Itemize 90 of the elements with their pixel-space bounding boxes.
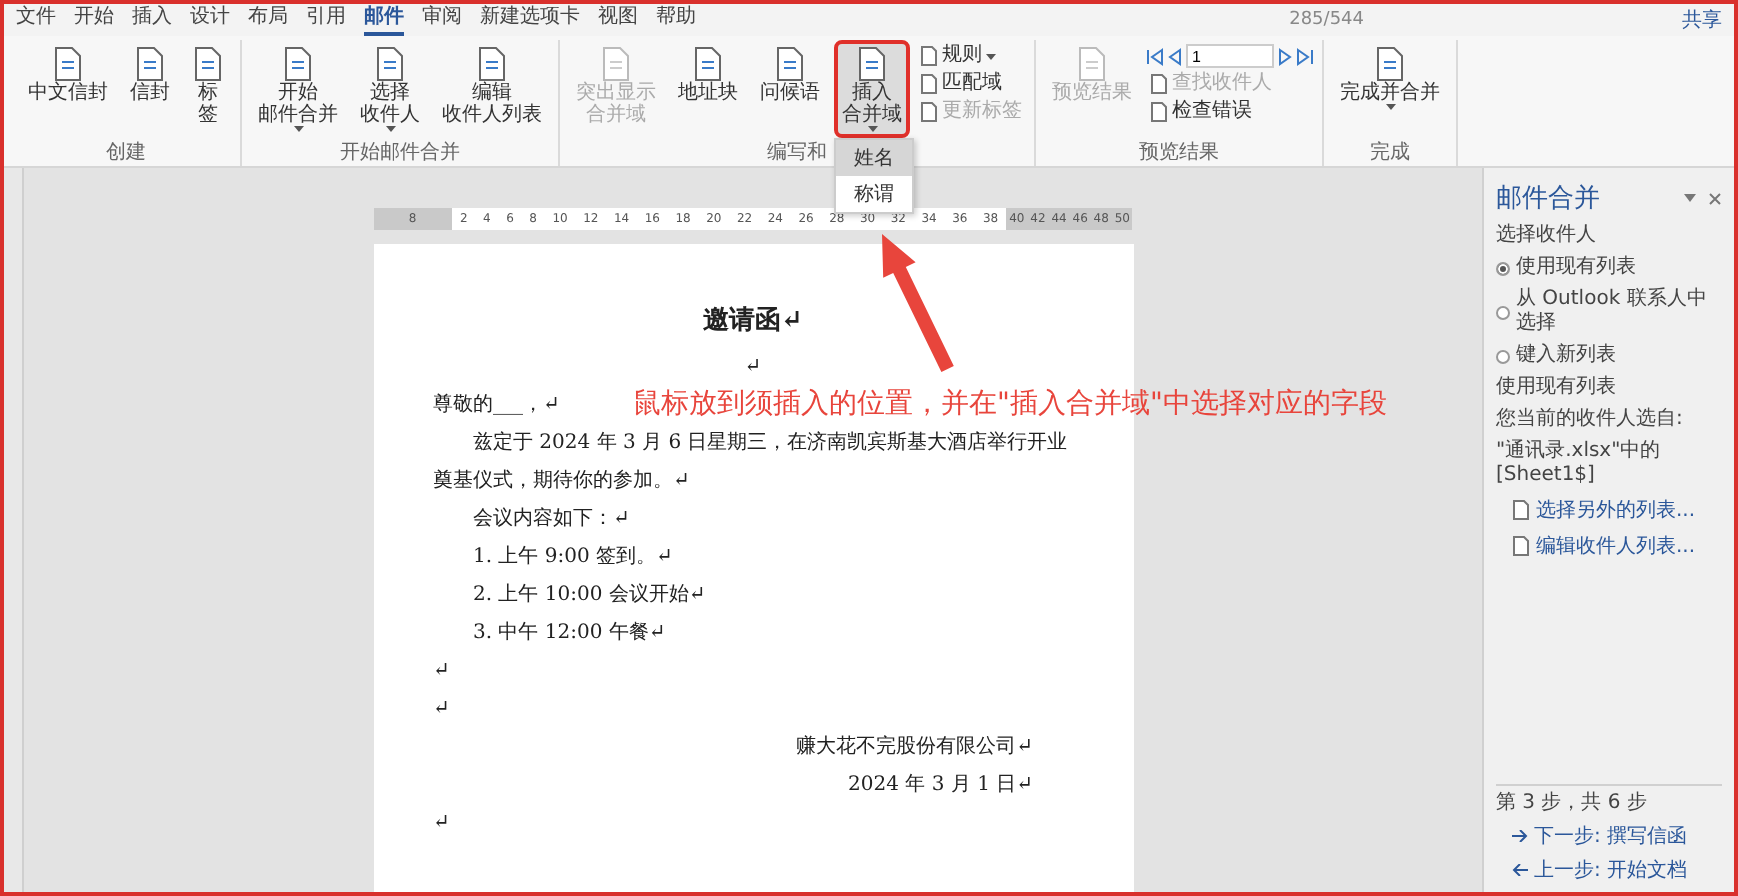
document-line: ↵ (433, 660, 450, 682)
menu-tab[interactable]: 设计 (190, 4, 230, 36)
menu-tab[interactable]: 视图 (598, 4, 638, 36)
group-title: 预览结果 (1139, 142, 1219, 166)
document-icon (476, 46, 508, 82)
document-line: 3. 中午 12:00 午餐↵ (473, 622, 666, 644)
document-icon (692, 46, 724, 82)
caret-icon (867, 126, 877, 132)
group-title: 编写和 (767, 142, 827, 166)
menu-tab[interactable]: 帮助 (656, 4, 696, 36)
pane-link[interactable]: 选择另外的列表... (1536, 496, 1696, 524)
annotation-arrow (882, 234, 954, 372)
radio-label: 使用现有列表 (1516, 256, 1636, 280)
first-record-icon[interactable] (1146, 47, 1164, 65)
left-arrow-icon (1512, 864, 1528, 876)
ribbon-button[interactable]: 编辑 收件人列表 (434, 40, 550, 132)
next-record-icon[interactable] (1278, 47, 1292, 65)
menu-tab[interactable]: 布局 (248, 4, 288, 36)
previous-record-icon[interactable] (1168, 47, 1182, 65)
menu-tab[interactable]: 引用 (306, 4, 346, 36)
right-arrow-icon (1512, 830, 1528, 842)
document-line: ↵ (744, 356, 762, 378)
source-file: "通讯录.xlsx"中的 [Sheet1$] (1496, 440, 1663, 488)
ribbon-button[interactable]: 规则 (916, 44, 1026, 68)
document-icon (374, 46, 406, 82)
menu-tab[interactable]: 文件 (16, 4, 56, 36)
share-button[interactable]: 共享 (1682, 6, 1722, 34)
document-icon (1374, 46, 1406, 82)
document-line: ↵ (433, 698, 450, 720)
ribbon-button[interactable]: 信封 (122, 40, 178, 110)
document-icon (52, 46, 84, 82)
document-icon (192, 46, 224, 82)
section-heading: 使用现有列表 (1496, 376, 1618, 400)
annotation-text: 鼠标放到须插入的位置，并在"插入合并域"中选择对应的字段 (633, 388, 1387, 422)
menu-tab[interactable]: 审阅 (422, 4, 462, 36)
group-title: 完成 (1370, 142, 1410, 166)
menu-item[interactable]: 称谓 (836, 176, 912, 212)
radio-button[interactable] (1496, 349, 1510, 363)
document-line: 2. 上午 10:00 会议开始↵ (473, 584, 706, 606)
document-icon (600, 46, 632, 82)
document-icon (134, 46, 166, 82)
last-record-icon[interactable] (1296, 47, 1314, 65)
document-line: 尊敬的___，↵ (433, 394, 560, 416)
document-line: 赚大花不完股份有限公司↵ (796, 736, 1033, 758)
group-title: 开始邮件合并 (340, 142, 460, 166)
radio-label: 从 Outlook 联系人中选择 (1516, 288, 1709, 336)
radio-button[interactable] (1496, 261, 1510, 275)
menu-tab[interactable]: 插入 (132, 4, 172, 36)
close-icon[interactable] (1708, 191, 1722, 205)
document-title: 邀请函↵ (703, 306, 803, 336)
pane-link[interactable]: 编辑收件人列表... (1536, 532, 1696, 560)
record-number-field[interactable]: 1 (1186, 44, 1274, 68)
document-line: 兹定于 2024 年 3 月 6 日星期三，在济南凯宾斯基大酒店举行开业 (473, 432, 1068, 454)
document-line: 会议内容如下：↵ (473, 508, 630, 530)
document-icon (282, 46, 314, 82)
document-line: ↵ (433, 812, 450, 834)
document-icon (856, 46, 888, 82)
ribbon-button[interactable]: 中文信封 (20, 40, 116, 110)
step-text: 第 3 步，共 6 步 (1496, 792, 1649, 816)
document-line: 奠基仪式，期待你的参加。↵ (433, 470, 690, 492)
pane-title: 邮件合并 (1496, 182, 1602, 216)
document-icon (1076, 46, 1108, 82)
caret-icon (293, 126, 303, 132)
radio-label: 键入新列表 (1516, 344, 1616, 368)
menu-tab[interactable]: 开始 (74, 4, 114, 36)
page-counter: 285/544 (1289, 10, 1364, 30)
group-title: 创建 (106, 142, 146, 166)
caret-icon (1385, 104, 1395, 110)
step-link[interactable]: 上一步: 开始文档 (1534, 856, 1688, 884)
caret-icon[interactable] (1684, 194, 1696, 202)
section-heading: 选择收件人 (1496, 224, 1598, 248)
radio-button[interactable] (1496, 305, 1510, 319)
menu-tab[interactable]: 新建选项卡 (480, 4, 580, 36)
ribbon-button[interactable]: 完成并合并 (1332, 40, 1448, 116)
ribbon-button[interactable]: 地址块 (670, 40, 746, 110)
step-link[interactable]: 下一步: 撰写信函 (1534, 822, 1688, 850)
ribbon-button[interactable]: 标 签 (184, 40, 232, 132)
ribbon-button[interactable]: 检查错误 (1146, 100, 1314, 124)
caret-icon (986, 53, 996, 59)
menu-item[interactable]: 姓名 (836, 140, 912, 176)
ribbon-button[interactable]: 匹配域 (916, 72, 1026, 96)
ribbon-button[interactable]: 开始 邮件合并 (250, 40, 346, 138)
document-line: 1. 上午 9:00 签到。↵ (473, 546, 673, 568)
ribbon-button[interactable]: 选择 收件人 (352, 40, 428, 138)
ribbon-button[interactable]: 插入 合并域 (834, 40, 910, 138)
document-icon (774, 46, 806, 82)
document-line: 2024 年 3 月 1 日↵ (848, 774, 1033, 796)
ribbon-button[interactable]: 问候语 (752, 40, 828, 110)
caret-icon (385, 126, 395, 132)
source-label: 您当前的收件人选自: (1496, 408, 1685, 432)
